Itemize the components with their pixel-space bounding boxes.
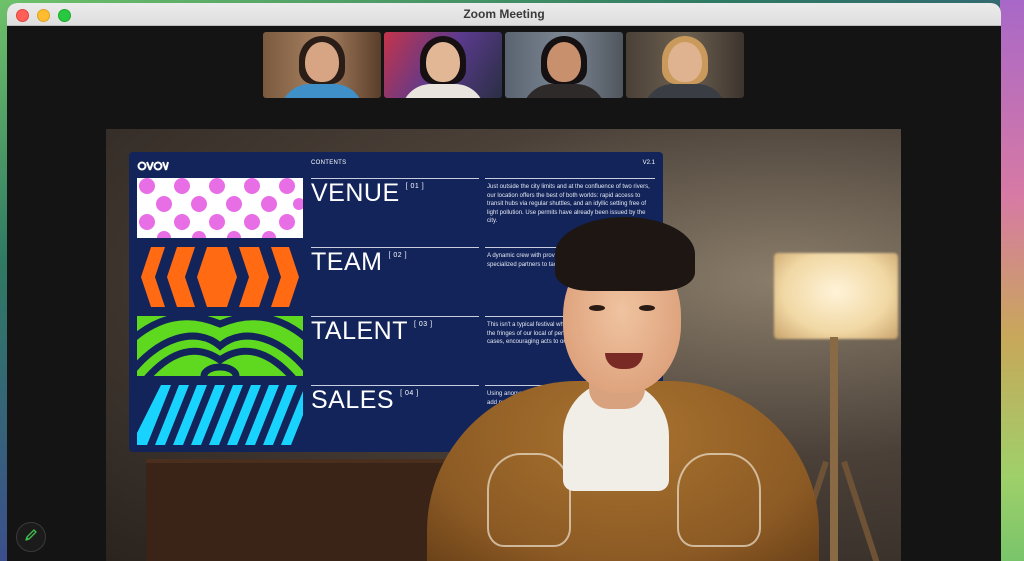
window-title: Zoom Meeting	[463, 7, 545, 21]
pencil-icon	[24, 528, 38, 547]
participant-tile-3[interactable]	[505, 32, 623, 98]
participant-tile-1[interactable]	[263, 32, 381, 98]
desktop-wallpaper	[1000, 0, 1024, 561]
presentation-slide: CONTENTS V2.1 VENUE [01] Just outside …	[129, 152, 663, 452]
slide-version: V2.1	[642, 160, 655, 166]
pattern-tile-stripes	[137, 385, 303, 445]
participant-tile-4[interactable]	[626, 32, 744, 98]
slide-row-description: A dynamic crew with proven production, c…	[487, 253, 637, 268]
slide-contents-label: CONTENTS	[311, 160, 347, 166]
slide-row-description: Just outside the city limits and at the …	[487, 184, 650, 225]
pattern-tile-chevrons	[137, 247, 303, 307]
background-lamp	[774, 253, 898, 339]
participant-tile-2[interactable]	[384, 32, 502, 98]
slide-row-title: SALES[ 04 ]	[311, 386, 419, 414]
slide-row-description: Using anonymized data by our ticketing p…	[487, 391, 645, 406]
slide-row-title: VENUE[ 01 ]	[311, 179, 425, 207]
pattern-tile-dots	[137, 178, 303, 238]
title-bar: Zoom Meeting	[7, 3, 1001, 26]
background-cabinet	[146, 459, 466, 561]
slide-row-title: TEAM[ 02 ]	[311, 248, 408, 276]
annotate-button[interactable]	[16, 522, 46, 552]
slide-row-title: TALENT[ 03 ]	[311, 317, 433, 345]
pattern-tile-waves	[137, 316, 303, 376]
participant-strip	[263, 32, 744, 98]
slide-row-description: This isn't a typical festival who of cha…	[487, 322, 646, 346]
zoom-meeting-window: Zoom Meeting CONTENTS V2.1 VENUE [01] …	[7, 3, 1001, 561]
brand-logo	[137, 158, 169, 175]
